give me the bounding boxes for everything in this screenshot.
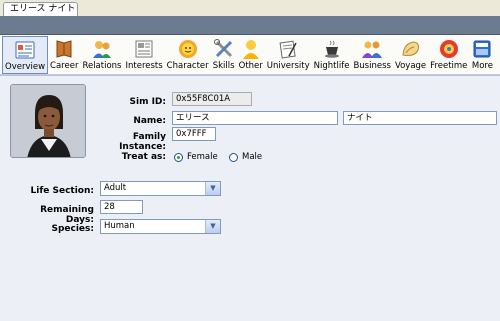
- voyage-icon: [402, 41, 419, 56]
- treat-as-label: Treat as:: [121, 152, 166, 162]
- tab-voyage[interactable]: Voyage: [393, 36, 428, 74]
- chevron-down-icon[interactable]: ▼: [205, 182, 220, 195]
- family-instance-input[interactable]: 0x7FFF: [172, 127, 216, 141]
- career-icon: [56, 40, 72, 58]
- tab-label: More: [471, 61, 493, 71]
- character-icon: [178, 40, 197, 58]
- university-icon: [279, 40, 297, 59]
- document-tab-strip: エリース ナイト: [0, 0, 500, 16]
- sim-document-tab[interactable]: エリース ナイト: [3, 2, 78, 16]
- tab-career[interactable]: Career: [48, 36, 80, 74]
- tab-more[interactable]: More: [469, 36, 495, 74]
- name-label: Name:: [133, 116, 166, 126]
- tab-skills[interactable]: Skills: [211, 36, 237, 74]
- radio-indicator: [229, 152, 238, 162]
- overview-icon: [15, 41, 35, 59]
- tab-label: Voyage: [394, 61, 427, 71]
- species-select[interactable]: Human ▼: [100, 219, 221, 234]
- relations-icon: [92, 41, 111, 58]
- tab-label: University: [266, 61, 310, 71]
- female-radio[interactable]: Female: [174, 152, 218, 162]
- tab-interests[interactable]: Interests: [123, 36, 164, 74]
- tab-label: Nightlife: [313, 61, 350, 71]
- tab-label: Career: [50, 61, 79, 71]
- tab-label: Freetime: [430, 61, 468, 71]
- family-instance-label: Family Instance:: [119, 132, 166, 152]
- species-value: Human: [104, 221, 135, 231]
- more-icon: [473, 40, 491, 58]
- tab-character[interactable]: Character: [165, 36, 211, 74]
- tab-label: Business: [353, 61, 391, 71]
- last-name-input[interactable]: ナイト: [343, 111, 497, 125]
- skills-icon: [213, 39, 232, 58]
- tab-label: Skills: [212, 61, 235, 71]
- business-icon: [362, 41, 383, 58]
- tab-label: Interests: [125, 61, 163, 71]
- tab-freetime[interactable]: Freetime: [428, 36, 469, 74]
- sim-id-label: Sim ID:: [129, 97, 167, 107]
- tab-relations[interactable]: Relations: [80, 36, 123, 74]
- life-section-value: Adult: [104, 183, 127, 193]
- other-icon: [242, 40, 259, 59]
- tab-nightlife[interactable]: Nightlife: [312, 36, 352, 74]
- remaining-days-label: Remaining Days:: [40, 205, 94, 225]
- header-bar: [0, 16, 500, 35]
- tab-label: Relations: [82, 61, 122, 71]
- tab-label: Character: [166, 61, 209, 71]
- life-section-label: Life Section:: [30, 186, 94, 196]
- male-label: Male: [242, 152, 263, 162]
- interests-icon: [135, 40, 153, 58]
- nightlife-icon: [324, 40, 339, 58]
- category-toolbar: Overview Career Relations Interests Char…: [0, 35, 500, 75]
- tab-business[interactable]: Business: [351, 36, 392, 74]
- life-section-select[interactable]: Adult ▼: [100, 181, 221, 196]
- male-radio[interactable]: Male: [229, 152, 262, 162]
- sim-id-field: 0x55F8C01A: [172, 92, 252, 106]
- radio-selected-indicator: [174, 152, 183, 162]
- sim-portrait: [10, 84, 86, 158]
- species-label: Species:: [51, 224, 94, 234]
- overview-panel: Sim ID: 0x55F8C01A Name: エリース ナイト Family…: [0, 76, 500, 321]
- tab-university[interactable]: University: [265, 36, 312, 74]
- tab-overview[interactable]: Overview: [2, 36, 49, 74]
- remaining-days-input[interactable]: 28: [100, 200, 143, 214]
- tab-label: Other: [238, 61, 263, 71]
- tab-label: Overview: [5, 62, 46, 72]
- freetime-icon: [439, 40, 458, 58]
- chevron-down-icon[interactable]: ▼: [205, 220, 220, 233]
- first-name-input[interactable]: エリース: [172, 111, 338, 125]
- tab-other[interactable]: Other: [237, 36, 265, 74]
- female-label: Female: [187, 152, 218, 162]
